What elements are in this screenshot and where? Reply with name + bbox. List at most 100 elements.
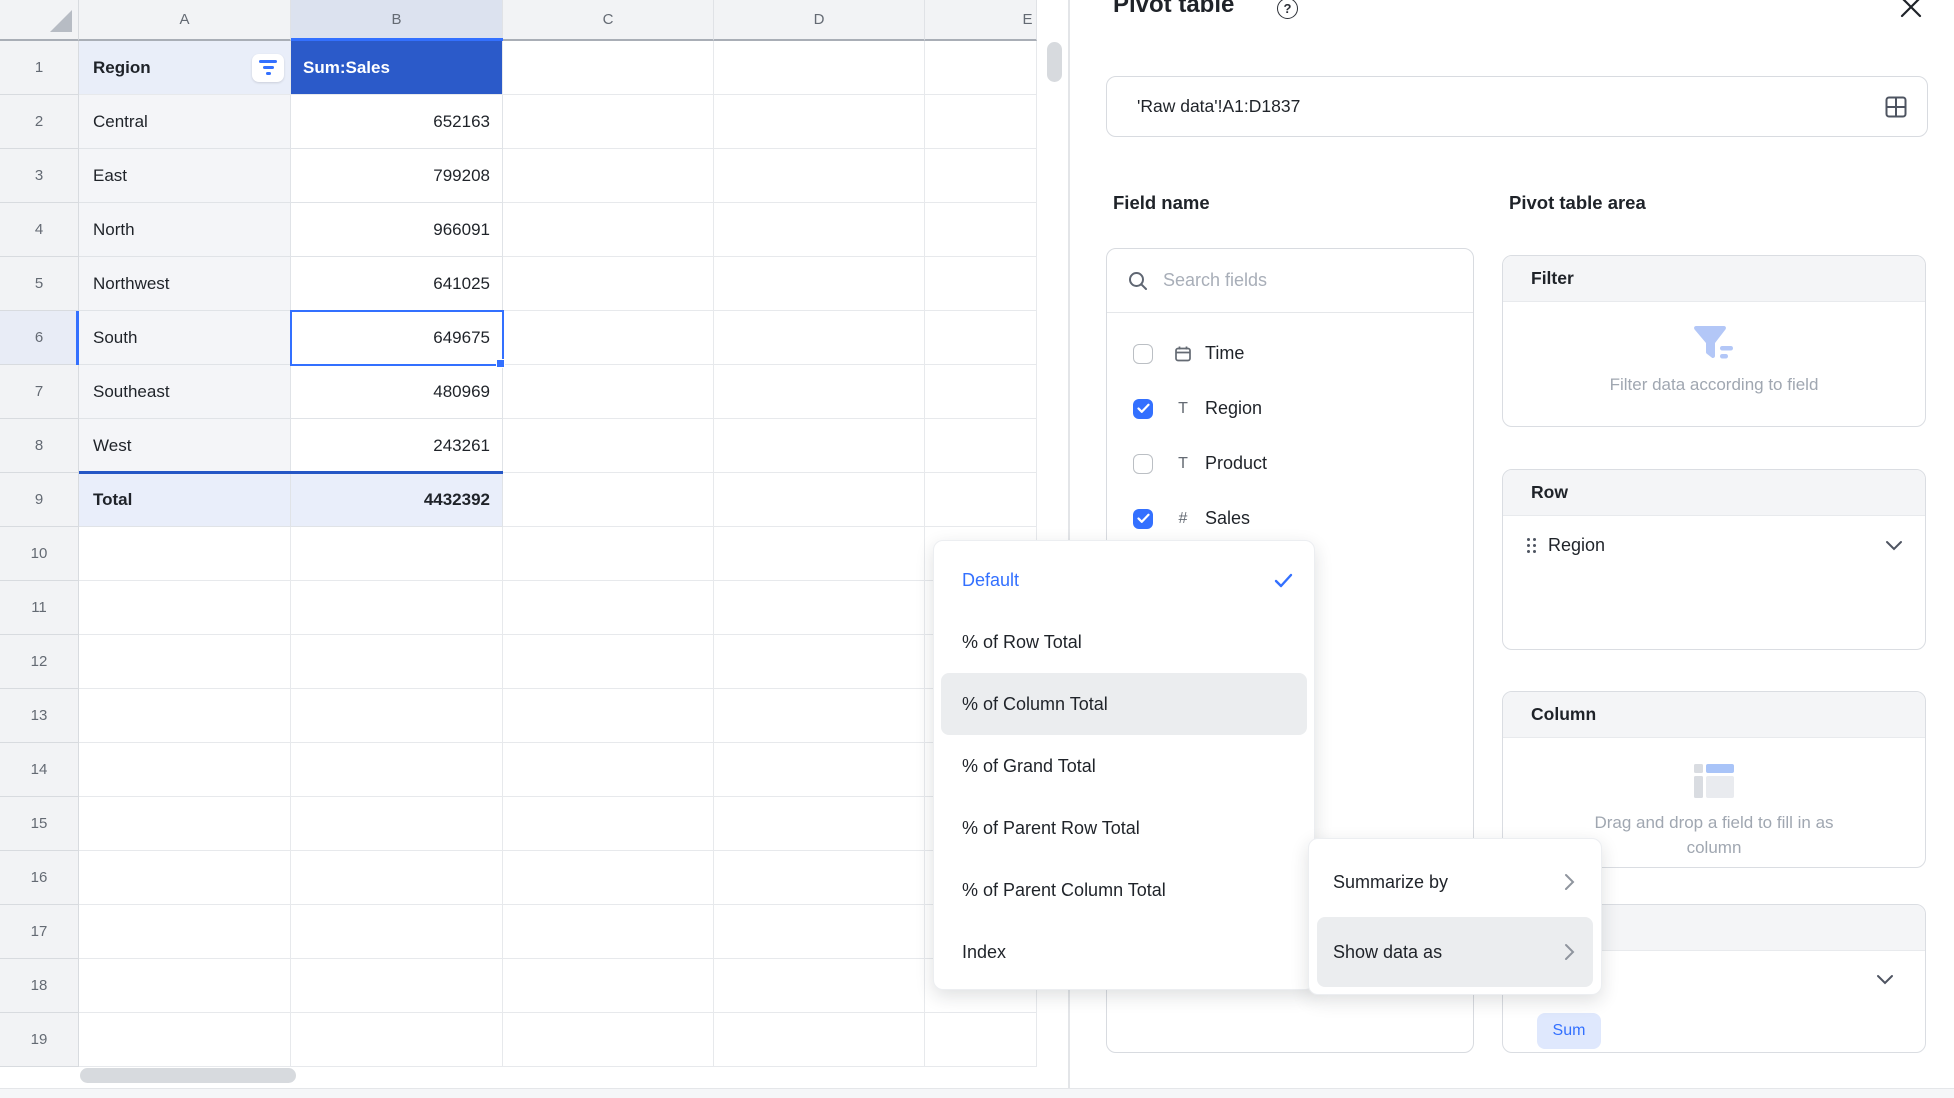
cell-D8[interactable] — [714, 419, 925, 473]
row-header-5[interactable]: 5 — [0, 257, 79, 311]
row-header-9[interactable]: 9 — [0, 473, 79, 527]
row-header-13[interactable]: 13 — [0, 689, 79, 743]
cell-C9[interactable] — [503, 473, 714, 527]
close-icon[interactable] — [1898, 0, 1924, 20]
cell-A7[interactable]: Southeast — [79, 365, 291, 419]
range-input[interactable]: 'Raw data'!A1:D1837 — [1106, 76, 1928, 137]
cell-B12[interactable] — [291, 635, 503, 689]
cell-B2[interactable]: 652163 — [291, 95, 503, 149]
cell-E1[interactable] — [925, 41, 1037, 95]
cell-C11[interactable] — [503, 581, 714, 635]
cell-C5[interactable] — [503, 257, 714, 311]
row-header-19[interactable]: 19 — [0, 1013, 79, 1067]
cell-E7[interactable] — [925, 365, 1037, 419]
menu-item--of-parent-row-total[interactable]: % of Parent Row Total — [941, 797, 1307, 859]
checkbox-time[interactable] — [1133, 344, 1153, 364]
horizontal-scrollbar[interactable] — [80, 1068, 296, 1083]
cell-B14[interactable] — [291, 743, 503, 797]
submenu-item-summarize-by[interactable]: Summarize by — [1317, 847, 1593, 917]
cell-C3[interactable] — [503, 149, 714, 203]
cell-B8[interactable]: 243261 — [291, 419, 503, 473]
cell-B17[interactable] — [291, 905, 503, 959]
row-header-7[interactable]: 7 — [0, 365, 79, 419]
field-search[interactable]: Search fields — [1107, 249, 1473, 313]
cell-D13[interactable] — [714, 689, 925, 743]
cell-B16[interactable] — [291, 851, 503, 905]
cell-A6[interactable]: South — [79, 311, 291, 365]
cell-A12[interactable] — [79, 635, 291, 689]
cell-A3[interactable]: East — [79, 149, 291, 203]
row-header-16[interactable]: 16 — [0, 851, 79, 905]
cell-C8[interactable] — [503, 419, 714, 473]
cell-D17[interactable] — [714, 905, 925, 959]
column-header-A[interactable]: A — [79, 0, 291, 41]
cell-E9[interactable] — [925, 473, 1037, 527]
cell-D7[interactable] — [714, 365, 925, 419]
cell-A1[interactable]: Region — [79, 41, 291, 95]
cell-D3[interactable] — [714, 149, 925, 203]
cell-E3[interactable] — [925, 149, 1037, 203]
row-field-region[interactable]: Region — [1503, 516, 1925, 574]
cell-B1[interactable]: Sum:Sales — [291, 41, 503, 95]
cell-A15[interactable] — [79, 797, 291, 851]
cell-A19[interactable] — [79, 1013, 291, 1067]
cell-E19[interactable] — [925, 1013, 1037, 1067]
filter-icon[interactable] — [252, 54, 284, 82]
cell-D11[interactable] — [714, 581, 925, 635]
cell-B4[interactable]: 966091 — [291, 203, 503, 257]
cell-A14[interactable] — [79, 743, 291, 797]
cell-C17[interactable] — [503, 905, 714, 959]
row-drop-zone[interactable]: Row Region — [1502, 469, 1926, 650]
menu-item-index[interactable]: Index — [941, 921, 1307, 983]
row-header-2[interactable]: 2 — [0, 95, 79, 149]
cell-D10[interactable] — [714, 527, 925, 581]
cell-D4[interactable] — [714, 203, 925, 257]
checkbox-product[interactable] — [1133, 454, 1153, 474]
cell-D18[interactable] — [714, 959, 925, 1013]
drag-handle-icon[interactable] — [1527, 538, 1536, 553]
vertical-scrollbar[interactable] — [1047, 42, 1062, 82]
cell-D12[interactable] — [714, 635, 925, 689]
cell-B13[interactable] — [291, 689, 503, 743]
row-header-14[interactable]: 14 — [0, 743, 79, 797]
cell-A5[interactable]: Northwest — [79, 257, 291, 311]
field-item-time[interactable]: Time — [1107, 326, 1473, 381]
cell-A9[interactable]: Total — [79, 473, 291, 527]
menu-item-default[interactable]: Default — [941, 549, 1307, 611]
checkbox-region[interactable] — [1133, 399, 1153, 419]
cell-A2[interactable]: Central — [79, 95, 291, 149]
row-header-12[interactable]: 12 — [0, 635, 79, 689]
menu-item--of-grand-total[interactable]: % of Grand Total — [941, 735, 1307, 797]
row-header-1[interactable]: 1 — [0, 41, 79, 95]
help-icon[interactable]: ? — [1277, 0, 1298, 19]
cell-C18[interactable] — [503, 959, 714, 1013]
cell-D15[interactable] — [714, 797, 925, 851]
row-header-18[interactable]: 18 — [0, 959, 79, 1013]
cell-C4[interactable] — [503, 203, 714, 257]
row-header-15[interactable]: 15 — [0, 797, 79, 851]
cell-C1[interactable] — [503, 41, 714, 95]
chevron-down-icon[interactable] — [1885, 540, 1903, 551]
cell-B19[interactable] — [291, 1013, 503, 1067]
chevron-down-icon[interactable] — [1876, 974, 1894, 985]
column-header-D[interactable]: D — [714, 0, 925, 41]
cell-A16[interactable] — [79, 851, 291, 905]
field-item-sales[interactable]: #Sales — [1107, 491, 1473, 546]
row-header-10[interactable]: 10 — [0, 527, 79, 581]
column-header-E[interactable]: E — [925, 0, 1037, 41]
cell-A8[interactable]: West — [79, 419, 291, 473]
cell-A4[interactable]: North — [79, 203, 291, 257]
cell-D9[interactable] — [714, 473, 925, 527]
range-picker-icon[interactable] — [1883, 94, 1909, 120]
field-item-product[interactable]: TProduct — [1107, 436, 1473, 491]
cell-B10[interactable] — [291, 527, 503, 581]
cell-C14[interactable] — [503, 743, 714, 797]
cell-B3[interactable]: 799208 — [291, 149, 503, 203]
cell-C2[interactable] — [503, 95, 714, 149]
cell-A17[interactable] — [79, 905, 291, 959]
cell-A18[interactable] — [79, 959, 291, 1013]
cell-D16[interactable] — [714, 851, 925, 905]
cell-D2[interactable] — [714, 95, 925, 149]
cell-C12[interactable] — [503, 635, 714, 689]
cell-C13[interactable] — [503, 689, 714, 743]
